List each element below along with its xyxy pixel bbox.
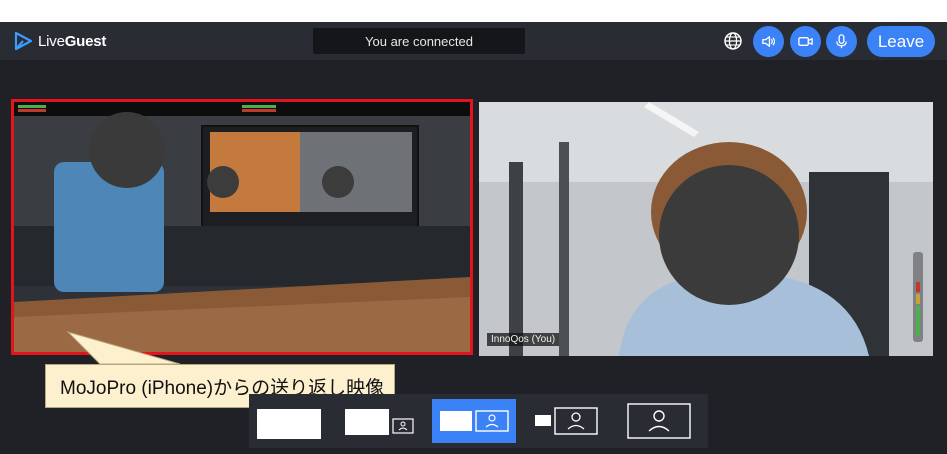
video-tile-remote[interactable] xyxy=(11,99,473,355)
app-window: LiveGuest You are connected Leave InnoQo… xyxy=(0,0,947,454)
self-video-frame xyxy=(479,102,933,356)
header-bar: LiveGuest You are connected Leave xyxy=(0,22,947,60)
leave-button[interactable]: Leave xyxy=(867,26,935,57)
audio-level-meter xyxy=(913,252,923,342)
logo: LiveGuest xyxy=(12,30,106,52)
layout-selector xyxy=(249,394,708,448)
top-strip xyxy=(0,0,947,22)
speaker-icon xyxy=(762,36,776,47)
layout-option-pip[interactable] xyxy=(339,399,415,443)
logo-text: LiveGuest xyxy=(38,32,107,50)
layout-self-icon xyxy=(627,403,691,439)
mic-icon xyxy=(836,34,847,49)
layout-option-self-only[interactable] xyxy=(619,399,701,443)
layout-option-single[interactable] xyxy=(254,399,330,443)
video-tile-self[interactable]: InnoQos (You) xyxy=(479,102,933,356)
participant-name: InnoQos (You) xyxy=(487,333,560,346)
globe-icon[interactable] xyxy=(722,30,744,52)
layout-option-side-by-side[interactable] xyxy=(432,399,516,443)
mic-button[interactable] xyxy=(826,26,857,57)
camera-button[interactable] xyxy=(790,26,821,57)
camera-icon xyxy=(798,37,813,46)
layout-inset-icon xyxy=(535,407,598,435)
layout-split-icon xyxy=(440,410,509,432)
speaker-button[interactable] xyxy=(753,26,784,57)
layout-single-icon xyxy=(257,409,321,439)
connection-status: You are connected xyxy=(313,28,525,54)
remote-video-frame xyxy=(14,102,470,352)
logo-icon xyxy=(14,31,33,51)
layout-pip-icon xyxy=(345,409,414,435)
layout-option-inset[interactable] xyxy=(525,399,609,443)
